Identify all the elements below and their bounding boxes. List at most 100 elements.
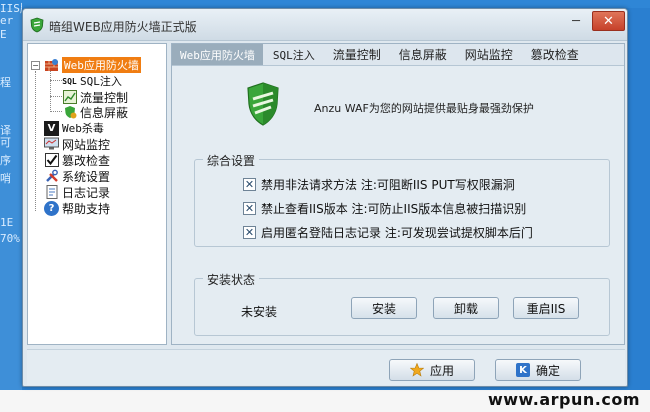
info-shield-icon xyxy=(62,105,77,120)
checkbox[interactable]: ✕ xyxy=(243,177,256,191)
button-label: 确定 xyxy=(535,363,560,378)
desktop-snippet: 70% xyxy=(0,232,20,245)
restart-iis-button[interactable]: 重启IIS xyxy=(513,297,579,319)
tree-item-web-antivirus[interactable]: V Web杀毒 xyxy=(44,120,104,136)
install-status-text: 未安装 xyxy=(241,305,278,319)
help-icon: ? xyxy=(44,200,59,216)
check-mark-icon: ✕ xyxy=(244,177,255,191)
desktop-snippet: 1E xyxy=(0,216,14,229)
ok-button[interactable]: K 确定 xyxy=(495,359,581,381)
sql-icon: SQL xyxy=(62,76,77,86)
tree-item-label: 篡改检查 xyxy=(62,153,111,168)
desktop-snippet: 程 xyxy=(0,76,11,89)
checkmark-icon xyxy=(44,153,59,168)
tree-item-label: 信息屏蔽 xyxy=(80,105,129,120)
tree-item-label: 帮助支持 xyxy=(62,201,111,216)
tab-label: SQL注入 xyxy=(272,48,315,62)
tree-item-label: 日志记录 xyxy=(62,185,111,200)
log-icon xyxy=(44,185,59,200)
monitor-icon xyxy=(44,137,59,152)
app-window: 暗组WEB应用防火墙正式版 ─ ✕ − Web应用防火墙 SQL SQL注入 流… xyxy=(22,8,628,387)
button-label: 重启IIS xyxy=(526,301,566,316)
option-disable-illegal-methods[interactable]: ✕ 禁用非法请求方法 注:可阻断IIS PUT写权限漏洞 xyxy=(243,176,515,192)
desktop-snippet: 序 xyxy=(0,154,11,167)
tab-tamper-check[interactable]: 篡改检查 xyxy=(523,44,587,65)
tree-item-web-firewall[interactable]: Web应用防火墙 xyxy=(44,57,141,73)
button-label: 卸载 xyxy=(453,301,478,316)
tree-item-label: 网站监控 xyxy=(62,137,111,152)
tree-connector xyxy=(50,96,62,97)
tree-item-system-settings[interactable]: 系统设置 xyxy=(44,168,110,184)
tree-connector xyxy=(50,80,62,81)
tree-item-label: 系统设置 xyxy=(62,169,111,184)
dialog-footer: 应用 K 确定 xyxy=(27,349,625,385)
desktop-snippet: E xyxy=(0,28,7,41)
group-title: 综合设置 xyxy=(203,152,260,169)
tree-collapse-icon[interactable]: − xyxy=(31,61,40,70)
title-bar[interactable]: 暗组WEB应用防火墙正式版 ─ ✕ xyxy=(23,9,627,41)
apply-button[interactable]: 应用 xyxy=(389,359,475,381)
minimize-button[interactable]: ─ xyxy=(563,11,589,31)
desktop-snippet: er xyxy=(0,14,14,27)
tab-sql-injection[interactable]: SQL注入 xyxy=(265,44,323,65)
tab-bar: Web应用防火墙 SQL注入 流量控制 信息屏蔽 网站监控 篡改检查 xyxy=(172,44,624,66)
app-shield-icon xyxy=(30,17,44,33)
tab-web-firewall[interactable]: Web应用防火墙 xyxy=(172,44,263,65)
antivirus-icon: V xyxy=(44,120,59,136)
button-label: 应用 xyxy=(429,363,454,378)
site-watermark: www.arpun.com xyxy=(487,390,640,409)
star-icon xyxy=(409,363,424,377)
desktop-snippet: 可 xyxy=(0,136,11,149)
product-tagline: Anzu WAF为您的网站提供最贴身最强劲保护 xyxy=(314,102,534,115)
traffic-chart-icon xyxy=(62,90,77,105)
tree-connector xyxy=(50,71,51,110)
checkbox[interactable]: ✕ xyxy=(243,201,256,215)
close-button[interactable]: ✕ xyxy=(592,11,625,31)
tree-item-help-support[interactable]: ? 帮助支持 xyxy=(44,200,110,216)
tree-item-site-monitor[interactable]: 网站监控 xyxy=(44,136,110,152)
check-mark-icon: ✕ xyxy=(244,201,255,215)
tree-item-info-shield[interactable]: 信息屏蔽 xyxy=(62,104,128,120)
close-icon: ✕ xyxy=(603,13,614,29)
tab-label: Web应用防火墙 xyxy=(180,48,255,62)
desktop-top-strip xyxy=(0,0,650,8)
install-button[interactable]: 安装 xyxy=(351,297,417,319)
tree-item-label: SQL注入 xyxy=(80,75,122,88)
ok-icon: K xyxy=(515,363,530,377)
tab-label: 网站监控 xyxy=(464,48,513,62)
option-anonymous-login-log[interactable]: ✕ 启用匿名登陆日志记录 注:可发现尝试提权脚本后门 xyxy=(243,224,533,240)
tab-label: 流量控制 xyxy=(332,48,381,62)
tree-connector xyxy=(50,111,62,112)
tools-icon xyxy=(44,169,59,184)
option-label: 启用匿名登陆日志记录 注:可发现尝试提权脚本后门 xyxy=(261,225,533,240)
button-label: 安装 xyxy=(371,301,396,316)
tree-item-label: Web应用防火墙 xyxy=(62,57,141,73)
desktop-text-fragments: IIS版本 阻断IIS写权限漏洞 er E 程 译 可 序 哨 1E 70% xyxy=(0,0,22,412)
tree-item-tamper-check[interactable]: 篡改检查 xyxy=(44,152,110,168)
option-label: 禁用非法请求方法 注:可阻断IIS PUT写权限漏洞 xyxy=(261,177,515,192)
waf-shield-icon xyxy=(247,82,279,126)
tab-site-monitor[interactable]: 网站监控 xyxy=(457,44,521,65)
uninstall-button[interactable]: 卸载 xyxy=(433,297,499,319)
check-mark-icon: ✕ xyxy=(244,225,255,239)
tree-item-label: Web杀毒 xyxy=(62,122,104,135)
install-status-group: 安装状态 未安装 安装 卸载 重启IIS xyxy=(194,271,610,336)
window-title: 暗组WEB应用防火墙正式版 xyxy=(49,20,197,34)
desktop-snippet: 哨 xyxy=(0,172,11,185)
option-label: 禁止查看IIS版本 注:可防止IIS版本信息被扫描识别 xyxy=(261,201,527,216)
tree-item-log-records[interactable]: 日志记录 xyxy=(44,184,110,200)
tab-info-shield[interactable]: 信息屏蔽 xyxy=(391,44,455,65)
tree-item-sql-injection[interactable]: SQL SQL注入 xyxy=(62,73,122,89)
tab-traffic-control[interactable]: 流量控制 xyxy=(325,44,389,65)
firewall-icon xyxy=(44,58,59,73)
group-title: 安装状态 xyxy=(203,271,260,288)
option-hide-iis-version[interactable]: ✕ 禁止查看IIS版本 注:可防止IIS版本信息被扫描识别 xyxy=(243,200,526,216)
content-panel: Web应用防火墙 SQL注入 流量控制 信息屏蔽 网站监控 篡改检查 Anzu … xyxy=(171,43,625,345)
minimize-icon: ─ xyxy=(572,13,580,29)
tree-connector xyxy=(35,71,36,211)
tab-label: 信息屏蔽 xyxy=(398,48,447,62)
general-settings-group: 综合设置 ✕ 禁用非法请求方法 注:可阻断IIS PUT写权限漏洞 ✕ 禁止查看… xyxy=(194,152,610,247)
nav-tree: − Web应用防火墙 SQL SQL注入 流量控制 信息屏蔽 V Web杀毒 网… xyxy=(27,43,167,345)
checkbox[interactable]: ✕ xyxy=(243,225,256,239)
tab-label: 篡改检查 xyxy=(530,48,579,62)
